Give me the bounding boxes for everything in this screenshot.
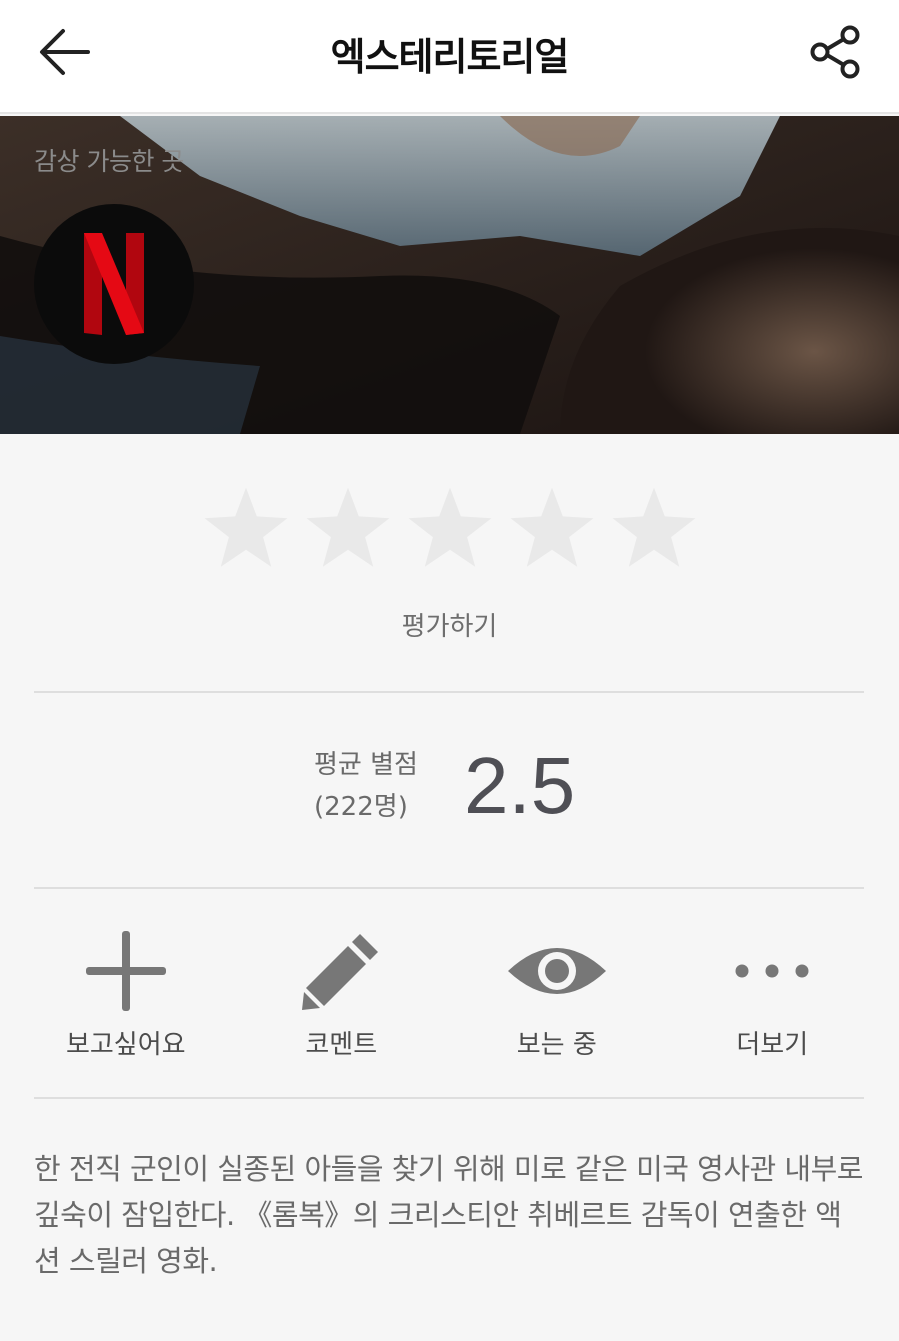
want-to-watch-label: 보고싶어요 xyxy=(65,1030,186,1060)
eye-icon xyxy=(507,948,606,994)
plus-icon xyxy=(85,931,166,1011)
watching-label: 보는 중 xyxy=(516,1030,597,1060)
star-icon-3[interactable] xyxy=(405,484,495,574)
netflix-logo xyxy=(84,233,144,335)
action-bar: 보고싶어요 코멘트 보는 중 더보기 xyxy=(18,926,880,1061)
more-label: 더보기 xyxy=(736,1030,809,1060)
star-icon-5[interactable] xyxy=(609,484,699,574)
average-rating-value: 2.5 xyxy=(464,741,576,830)
comment-button[interactable]: 코멘트 xyxy=(234,926,450,1061)
comment-label: 코멘트 xyxy=(305,1030,378,1060)
divider xyxy=(34,691,864,693)
back-button[interactable] xyxy=(34,24,94,80)
want-to-watch-button[interactable]: 보고싶어요 xyxy=(18,926,234,1061)
pencil-icon xyxy=(302,934,379,1010)
more-dots-icon xyxy=(735,964,809,978)
watching-button[interactable]: 보는 중 xyxy=(449,926,665,1061)
average-rating-label: 평균 별점 (222명) xyxy=(314,744,418,828)
divider xyxy=(34,887,864,889)
more-button[interactable]: 더보기 xyxy=(665,926,881,1061)
top-app-bar: 엑스테리토리얼 xyxy=(0,0,899,114)
movie-synopsis: 한 전직 군인이 실종된 아들을 찾기 위해 미로 같은 미국 영사관 내부로 … xyxy=(34,1152,863,1278)
rate-label: 평가하기 xyxy=(401,612,498,642)
average-rating-title: 평균 별점 xyxy=(314,750,418,780)
page-title: 엑스테리토리얼 xyxy=(330,35,570,79)
rating-count: (222명) xyxy=(314,792,408,822)
star-icon-4[interactable] xyxy=(507,484,597,574)
star-icon-1[interactable] xyxy=(201,484,291,574)
watch-provider-label: 감상 가능한 곳 xyxy=(34,147,184,176)
arrow-left-icon xyxy=(40,29,90,75)
share-button[interactable] xyxy=(807,22,865,82)
netflix-provider-button[interactable] xyxy=(34,204,194,364)
hero-backdrop: 감상 가능한 곳 xyxy=(0,116,899,434)
share-icon xyxy=(810,25,860,79)
star-rating-input xyxy=(0,484,899,574)
star-icon-2[interactable] xyxy=(303,484,393,574)
divider xyxy=(34,1097,864,1099)
